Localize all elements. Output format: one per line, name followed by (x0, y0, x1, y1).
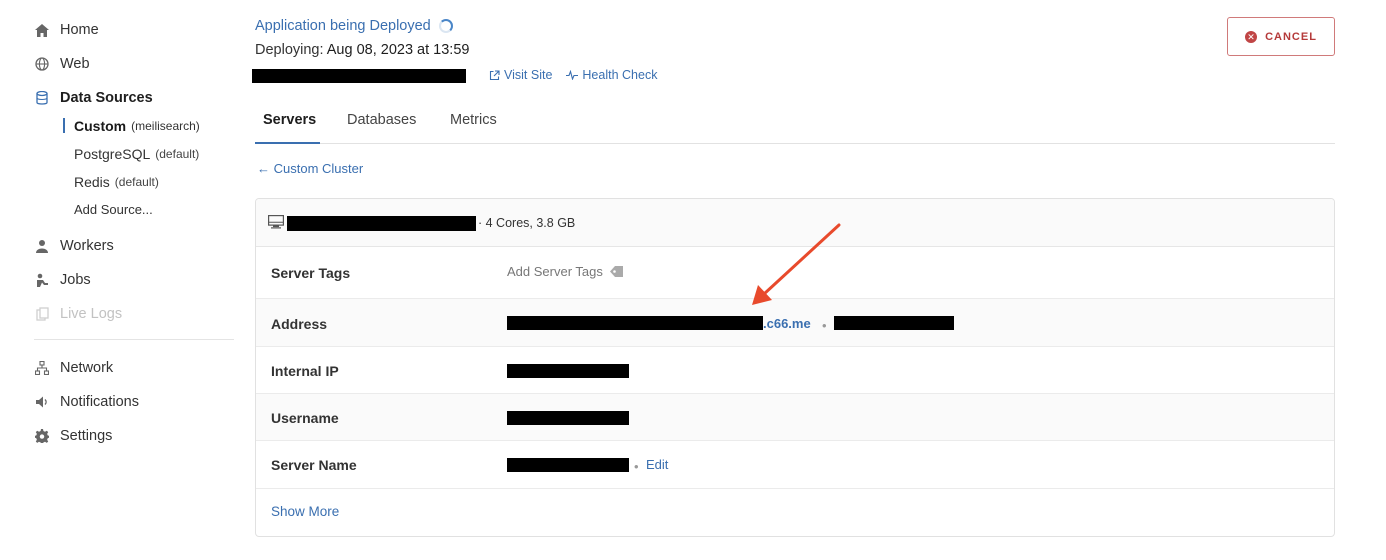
data-source-tag: (default) (114, 175, 159, 189)
gear-icon (34, 428, 50, 444)
external-link-icon (489, 69, 500, 80)
sidebar-item-label: Data Sources (60, 90, 153, 106)
deploy-status: Application being Deployed (255, 18, 453, 34)
sidebar-item-home[interactable]: Home (34, 18, 99, 42)
tab-label: Servers (263, 112, 317, 128)
tab-databases[interactable]: Databases (347, 104, 416, 144)
sidebar-item-settings[interactable]: Settings (34, 424, 112, 448)
sidebar-item-label: Live Logs (60, 306, 123, 322)
data-source-tag: (meilisearch) (131, 119, 200, 133)
cancel-button[interactable]: ✕ CANCEL (1227, 17, 1335, 56)
sidebar-item-live-logs[interactable]: Live Logs (34, 302, 122, 326)
workers-icon (34, 238, 50, 254)
data-source-label: Redis (74, 174, 110, 190)
copy-icon (34, 306, 50, 322)
sidebar-item-label: Home (60, 22, 99, 38)
data-source-redis[interactable]: Redis (default) (74, 172, 159, 192)
show-more-link[interactable]: Show More (271, 504, 339, 519)
database-icon (34, 90, 50, 106)
close-circle-icon: ✕ (1245, 30, 1258, 43)
server-specs: · 4 Cores, 3.8 GB (478, 216, 576, 230)
redacted-app-name (252, 69, 466, 83)
back-to-cluster-link[interactable]: ← Custom Cluster (257, 161, 363, 176)
redacted-internal-ip (507, 364, 629, 378)
address-link[interactable]: .c66.me (763, 316, 811, 331)
tab-label: Databases (347, 112, 417, 128)
sidebar-item-label: Web (60, 56, 90, 72)
server-tags-row: Server Tags Add Server Tags (256, 247, 1334, 299)
redacted-address-ip (834, 316, 954, 330)
visit-site-label: Visit Site (504, 68, 553, 82)
sidebar: Home Web Data Sources Custom (meilisearc… (0, 0, 240, 560)
speaker-icon (34, 394, 50, 410)
sidebar-item-label: Jobs (60, 272, 91, 288)
username-label: Username (271, 410, 339, 426)
address-row: Address .c66.me • (256, 299, 1334, 347)
tag-icon (609, 266, 623, 277)
sidebar-item-web[interactable]: Web (34, 52, 90, 76)
deploying-info: Deploying: Aug 08, 2023 at 13:59 (255, 42, 469, 58)
tab-servers[interactable]: Servers (255, 104, 320, 144)
deploy-status-text: Application being Deployed (255, 18, 431, 34)
cancel-label: CANCEL (1265, 30, 1317, 43)
server-icon (268, 215, 285, 234)
data-source-postgresql[interactable]: PostgreSQL (default) (74, 144, 199, 164)
sidebar-item-label: Workers (60, 238, 114, 254)
add-server-tags-button[interactable]: Add Server Tags (507, 264, 624, 279)
loading-spinner-icon (438, 19, 453, 33)
server-name-row: Server Name • Edit (256, 441, 1334, 489)
separator-dot: • (634, 459, 639, 474)
header-links: Visit Site Health Check (489, 68, 657, 82)
server-name-label: Server Name (271, 457, 357, 473)
data-source-tag: (default) (155, 147, 200, 161)
redacted-server-name (287, 216, 476, 231)
edit-server-name-link[interactable]: Edit (646, 457, 668, 472)
deploying-time: Aug 08, 2023 at 13:59 (326, 42, 470, 58)
sidebar-item-label: Settings (60, 428, 113, 444)
data-source-label: PostgreSQL (74, 146, 151, 162)
active-indicator (63, 118, 65, 133)
globe-icon (34, 56, 50, 72)
data-source-custom[interactable]: Custom (meilisearch) (74, 116, 200, 136)
health-check-label: Health Check (582, 68, 658, 82)
address-label: Address (271, 316, 328, 332)
server-tags-label: Server Tags (271, 265, 351, 281)
deploying-label: Deploying: (255, 42, 324, 58)
pulse-icon (566, 70, 579, 80)
sidebar-item-notifications[interactable]: Notifications (34, 390, 139, 414)
add-server-tags-label: Add Server Tags (507, 264, 603, 279)
sidebar-item-data-sources[interactable]: Data Sources (34, 86, 153, 110)
username-row: Username (256, 394, 1334, 441)
internal-ip-label: Internal IP (271, 363, 339, 379)
data-source-label: Add Source... (74, 201, 153, 217)
sidebar-item-jobs[interactable]: Jobs (34, 268, 91, 292)
visit-site-link[interactable]: Visit Site (489, 68, 552, 82)
redacted-address (507, 316, 763, 330)
server-card-header: · 4 Cores, 3.8 GB (256, 199, 1334, 247)
network-icon (34, 360, 50, 376)
server-card: · 4 Cores, 3.8 GB Server Tags Add Server… (255, 198, 1335, 537)
sidebar-divider (34, 339, 234, 340)
sidebar-item-network[interactable]: Network (34, 356, 113, 380)
separator-dot: • (822, 318, 827, 333)
tab-label: Metrics (450, 112, 497, 128)
redacted-username (507, 411, 629, 425)
server-tabs: Servers Databases Metrics (255, 104, 1335, 144)
jobs-icon (34, 272, 50, 288)
sidebar-item-label: Notifications (60, 394, 139, 410)
redacted-server-name-value (507, 458, 629, 472)
sidebar-item-workers[interactable]: Workers (34, 234, 114, 258)
tab-metrics[interactable]: Metrics (450, 104, 497, 144)
internal-ip-row: Internal IP (256, 347, 1334, 394)
home-icon (34, 22, 50, 38)
health-check-link[interactable]: Health Check (566, 68, 657, 82)
add-source-link[interactable]: Add Source... (74, 199, 153, 219)
data-source-label: Custom (74, 118, 127, 134)
sidebar-item-label: Network (60, 360, 114, 376)
